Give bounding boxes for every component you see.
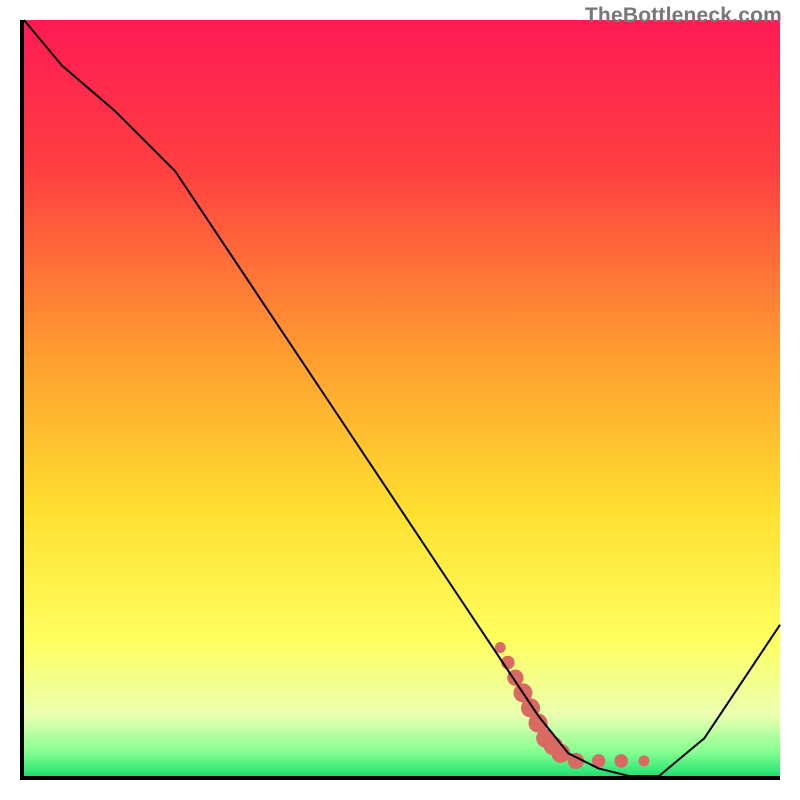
chart-plot-area bbox=[20, 20, 780, 780]
chart-lines-layer bbox=[24, 20, 780, 776]
highlight-dot bbox=[614, 754, 628, 768]
bottleneck-curve bbox=[24, 20, 780, 776]
highlight-dot bbox=[495, 642, 506, 653]
highlight-group bbox=[495, 642, 650, 769]
watermark-text: TheBottleneck.com bbox=[585, 4, 782, 28]
highlight-dot bbox=[638, 755, 649, 766]
